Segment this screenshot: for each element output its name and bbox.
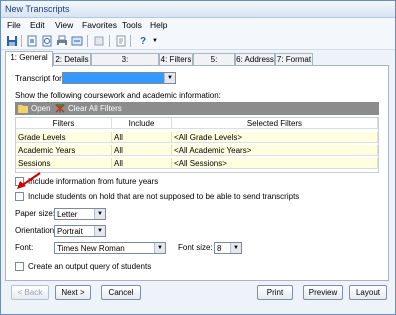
transcripts-window: New Transcripts File Edit View Favorites…: [0, 0, 396, 315]
menu-view[interactable]: View: [55, 20, 73, 30]
on-hold-label: Include students on hold that are not su…: [28, 192, 300, 201]
toolbar-separator: [130, 35, 131, 47]
page-setup-icon[interactable]: [26, 35, 38, 47]
grid-header: Filters Include Selected Filters: [16, 118, 378, 129]
toolbar-separator: [21, 35, 22, 47]
open-filter-label: Open: [31, 104, 51, 113]
back-button[interactable]: < Back: [11, 285, 49, 300]
paper-size-label: Paper size:: [15, 209, 56, 218]
table-row[interactable]: Sessions All <All Sessions>: [16, 158, 378, 169]
filter-include[interactable]: All: [112, 132, 172, 143]
folder-icon: [18, 105, 28, 113]
tab-strip: 1: General 2: Details 3: Summary/Notes 4…: [1, 51, 395, 73]
notes-icon[interactable]: [115, 35, 127, 47]
cancel-button[interactable]: Cancel: [101, 285, 141, 300]
paper-size-select[interactable]: Letter ▼: [54, 208, 106, 220]
tab-general[interactable]: 1: General: [5, 51, 53, 67]
print-icon[interactable]: [56, 35, 68, 47]
paper-size-value: Letter: [57, 210, 78, 219]
print-preview-icon[interactable]: [41, 35, 53, 47]
future-years-label: Include information from future years: [28, 177, 159, 186]
filter-include[interactable]: All: [112, 145, 172, 156]
open-filter-button[interactable]: Open: [18, 103, 51, 114]
arrow-annotation-icon: [17, 172, 41, 189]
chevron-down-icon[interactable]: ▼: [230, 243, 241, 253]
menu-edit[interactable]: Edit: [30, 20, 45, 30]
delete-icon[interactable]: [93, 35, 105, 47]
menu-file[interactable]: File: [7, 20, 21, 30]
filter-selection[interactable]: <All Academic Years>: [172, 145, 378, 156]
clear-filters-label: Clear All Filters: [68, 104, 122, 113]
font-value: Times New Roman: [57, 244, 125, 253]
column-header-include[interactable]: Include: [112, 118, 172, 129]
general-panel: Transcript for: ▼ Show the following cou…: [5, 65, 389, 281]
next-button[interactable]: Next >: [55, 285, 91, 300]
toolbar: ? ▼: [1, 32, 395, 50]
back-label: Back: [24, 288, 43, 297]
back-arrow-icon: <: [17, 288, 25, 297]
output-query-label: Create an output query of students: [28, 262, 152, 271]
font-select[interactable]: Times New Roman ▼: [54, 242, 166, 254]
filter-selection[interactable]: <All Sessions>: [172, 158, 378, 169]
filter-toolbar: Open Clear All Filters: [15, 102, 379, 115]
column-header-selected-filters[interactable]: Selected Filters: [172, 118, 378, 129]
chevron-down-icon[interactable]: ▼: [154, 243, 165, 253]
chevron-down-icon[interactable]: ▼: [164, 73, 175, 83]
preview-button[interactable]: Preview: [303, 285, 343, 300]
transcript-for-select[interactable]: ▼: [62, 72, 176, 84]
toolbar-separator: [87, 35, 88, 47]
filter-include[interactable]: All: [112, 158, 172, 169]
table-row[interactable]: Grade Levels All <All Grade Levels>: [16, 132, 378, 143]
coursework-label: Show the following coursework and academ…: [15, 91, 221, 100]
orientation-value: Portrait: [57, 227, 83, 236]
chevron-down-icon[interactable]: ▼: [94, 226, 105, 236]
transcript-for-label: Transcript for:: [15, 74, 65, 83]
on-hold-checkbox[interactable]: [15, 192, 24, 201]
menu-favorites[interactable]: Favorites: [82, 20, 117, 30]
window-title: New Transcripts: [5, 4, 70, 14]
filter-name: Sessions: [16, 158, 112, 169]
table-row[interactable]: Academic Years All <All Academic Years>: [16, 145, 378, 156]
column-header-filters[interactable]: Filters: [16, 118, 112, 129]
toolbar-separator: [109, 35, 110, 47]
menu-bar: File Edit View Favorites Tools Help: [1, 18, 395, 32]
title-bar: New Transcripts: [1, 1, 395, 18]
chevron-down-icon[interactable]: ▼: [149, 35, 161, 47]
filter-name: Grade Levels: [16, 132, 112, 143]
menu-tools[interactable]: Tools: [122, 20, 142, 30]
filters-grid: Filters Include Selected Filters Grade L…: [15, 117, 379, 173]
save-icon[interactable]: [6, 35, 18, 47]
orientation-select[interactable]: Portrait ▼: [54, 225, 106, 237]
orientation-label: Orientation:: [15, 226, 57, 235]
print-button[interactable]: Print: [257, 285, 293, 300]
font-label: Font:: [15, 243, 34, 252]
export-icon[interactable]: [71, 35, 83, 47]
clear-filter-icon: [55, 104, 65, 113]
menu-help[interactable]: Help: [150, 20, 167, 30]
layout-button[interactable]: Layout: [349, 285, 387, 300]
font-size-select[interactable]: 8 ▼: [214, 242, 242, 254]
chevron-down-icon[interactable]: ▼: [94, 209, 105, 219]
font-size-value: 8: [217, 244, 222, 253]
clear-filters-button[interactable]: Clear All Filters: [55, 103, 122, 114]
font-size-label: Font size:: [178, 243, 213, 252]
output-query-checkbox[interactable]: [15, 262, 24, 271]
filter-selection[interactable]: <All Grade Levels>: [172, 132, 378, 143]
filter-name: Academic Years: [16, 145, 112, 156]
